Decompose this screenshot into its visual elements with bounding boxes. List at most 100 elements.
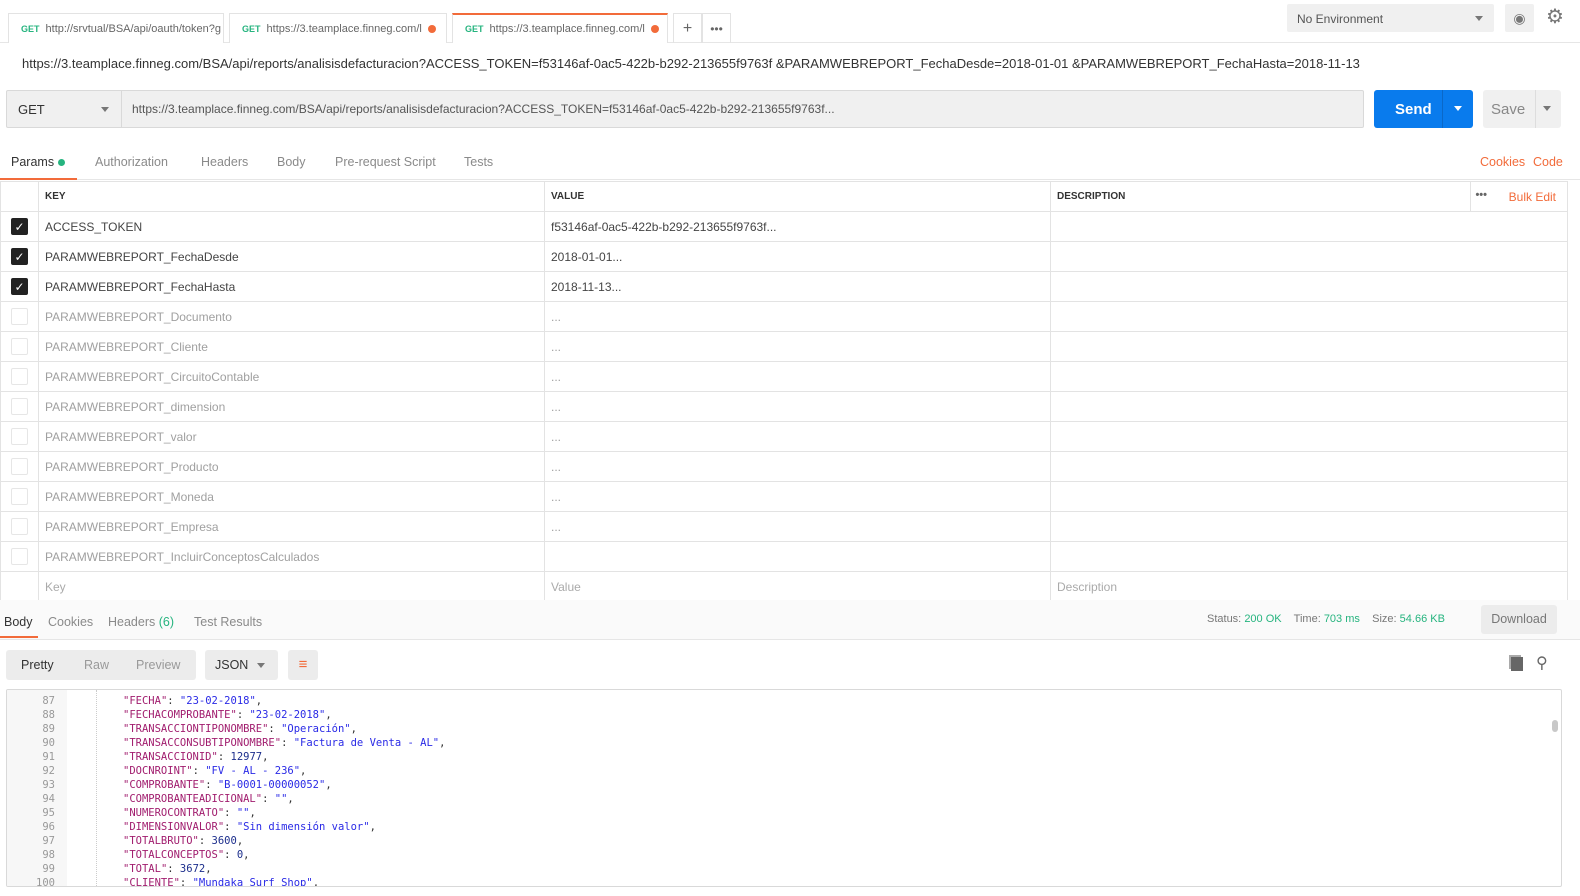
tab-authorization[interactable]: Authorization [95, 155, 168, 169]
param-description[interactable] [1050, 271, 1568, 302]
param-checkbox[interactable] [11, 518, 28, 535]
param-key[interactable]: PARAMWEBREPORT_Producto [38, 451, 545, 482]
param-checkbox[interactable] [11, 548, 28, 565]
param-value[interactable]: ... [544, 331, 1051, 362]
tab-pre-request-script[interactable]: Pre-request Script [335, 155, 436, 169]
format-select[interactable]: JSON [205, 650, 278, 680]
gear-icon[interactable]: ⚙ [1546, 4, 1564, 29]
save-dropdown-icon[interactable] [1543, 106, 1551, 111]
send-dropdown-icon[interactable] [1454, 106, 1462, 111]
param-description[interactable] [1050, 451, 1568, 482]
tab-params[interactable]: Params [0, 155, 77, 180]
param-value[interactable]: ... [544, 361, 1051, 392]
param-checkbox[interactable]: ✓ [11, 218, 28, 235]
new-tab-plus-icon[interactable]: + [673, 13, 702, 43]
param-key[interactable]: PARAMWEBREPORT_FechaDesde [38, 241, 545, 272]
param-checkbox[interactable] [11, 428, 28, 445]
param-description[interactable] [1050, 241, 1568, 272]
param-checkbox[interactable] [11, 368, 28, 385]
view-preview[interactable]: Preview [136, 658, 180, 672]
param-checkbox[interactable] [11, 308, 28, 325]
param-checkbox[interactable] [11, 458, 28, 475]
code-line: "NUMEROCONTRATO": "", [123, 807, 256, 819]
param-value[interactable]: ... [544, 481, 1051, 512]
param-value[interactable]: ... [544, 391, 1051, 422]
response-tab-headers[interactable]: Headers (6) [108, 615, 174, 629]
tab-tests[interactable]: Tests [464, 155, 493, 169]
request-tab-2[interactable]: GET https://3.teamplace.finneg.com/l [229, 13, 447, 43]
method-select[interactable]: GET [6, 90, 122, 128]
param-key[interactable]: PARAMWEBREPORT_Documento [38, 301, 545, 332]
more-options-icon[interactable]: ••• [1475, 189, 1487, 201]
new-description-input[interactable]: Description [1050, 571, 1568, 602]
param-key[interactable]: PARAMWEBREPORT_dimension [38, 391, 545, 422]
param-checkbox[interactable]: ✓ [11, 248, 28, 265]
param-value[interactable]: ... [544, 301, 1051, 332]
line-number: 88 [42, 709, 55, 721]
param-description[interactable] [1050, 301, 1568, 332]
param-row: PARAMWEBREPORT_Documento ... [0, 301, 1568, 332]
cookies-link[interactable]: Cookies [1480, 155, 1525, 169]
param-key[interactable]: PARAMWEBREPORT_Cliente [38, 331, 545, 362]
download-button[interactable]: Download [1481, 605, 1557, 634]
save-button[interactable]: Save [1483, 90, 1561, 128]
param-description[interactable] [1050, 361, 1568, 392]
param-value[interactable]: 2018-01-01... [544, 241, 1051, 272]
response-stats: Status: 200 OK Time: 703 ms Size: 54.66 … [1207, 613, 1445, 625]
param-value[interactable]: ... [544, 421, 1051, 452]
environment-select[interactable]: No Environment [1287, 4, 1494, 32]
response-tab-cookies[interactable]: Cookies [48, 615, 93, 629]
chevron-down-icon [1475, 16, 1483, 21]
param-value[interactable]: ... [544, 511, 1051, 542]
wrap-lines-icon[interactable]: ≡ [288, 650, 318, 680]
param-row: PARAMWEBREPORT_dimension ... [0, 391, 1568, 422]
param-key[interactable]: PARAMWEBREPORT_valor [38, 421, 545, 452]
tab-body[interactable]: Body [277, 155, 306, 169]
scrollbar-thumb[interactable] [1552, 720, 1558, 732]
search-icon[interactable]: ⚲ [1536, 653, 1548, 673]
copy-icon[interactable] [1511, 657, 1523, 671]
tab-more-icon[interactable]: ••• [702, 13, 731, 43]
param-value[interactable]: ... [544, 451, 1051, 482]
param-description[interactable] [1050, 391, 1568, 422]
view-pretty[interactable]: Pretty [21, 658, 54, 672]
url-input[interactable]: https://3.teamplace.finneg.com/BSA/api/r… [132, 102, 835, 116]
param-row: PARAMWEBREPORT_Empresa ... [0, 511, 1568, 542]
param-checkbox[interactable] [11, 338, 28, 355]
param-row: PARAMWEBREPORT_Producto ... [0, 451, 1568, 482]
param-key[interactable]: PARAMWEBREPORT_Moneda [38, 481, 545, 512]
send-button[interactable]: Send [1374, 90, 1473, 128]
param-key[interactable]: ACCESS_TOKEN [38, 211, 545, 242]
code-link[interactable]: Code [1533, 155, 1563, 169]
request-tab-1[interactable]: GET http://srvtual/BSA/api/oauth/token?g [8, 13, 224, 43]
param-key[interactable]: PARAMWEBREPORT_CircuitoContable [38, 361, 545, 392]
tab-headers[interactable]: Headers [201, 155, 248, 169]
eye-icon[interactable]: ◉ [1505, 4, 1534, 32]
code-line: "DIMENSIONVALOR": "Sin dimensión valor", [123, 821, 376, 833]
request-tab-3[interactable]: GET https://3.teamplace.finneg.com/l [452, 13, 668, 43]
param-description[interactable] [1050, 511, 1568, 542]
param-checkbox[interactable] [11, 398, 28, 415]
request-title: https://3.teamplace.finneg.com/BSA/api/r… [22, 56, 1360, 71]
line-number: 97 [42, 835, 55, 847]
param-description[interactable] [1050, 541, 1568, 572]
param-key[interactable]: PARAMWEBREPORT_FechaHasta [38, 271, 545, 302]
param-value[interactable] [544, 541, 1051, 572]
param-description[interactable] [1050, 331, 1568, 362]
new-value-input[interactable]: Value [544, 571, 1051, 602]
response-body-editor[interactable]: 87 "FECHA": "23-02-2018", 88 "FECHACOMPROBA… [6, 689, 1562, 887]
param-description[interactable] [1050, 211, 1568, 242]
param-checkbox[interactable] [11, 488, 28, 505]
param-key[interactable]: PARAMWEBREPORT_IncluirConceptosCalculado… [38, 541, 545, 572]
response-tab-body[interactable]: Body [0, 615, 37, 638]
param-checkbox[interactable]: ✓ [11, 278, 28, 295]
param-description[interactable] [1050, 481, 1568, 512]
param-value[interactable]: f53146af-0ac5-422b-b292-213655f9763f... [544, 211, 1051, 242]
bulk-edit-link[interactable]: Bulk Edit [1509, 190, 1556, 204]
view-raw[interactable]: Raw [84, 658, 109, 672]
param-key[interactable]: PARAMWEBREPORT_Empresa [38, 511, 545, 542]
new-key-input[interactable]: Key [38, 571, 545, 602]
response-tab-test-results[interactable]: Test Results [194, 615, 262, 629]
param-description[interactable] [1050, 421, 1568, 452]
param-value[interactable]: 2018-11-13... [544, 271, 1051, 302]
